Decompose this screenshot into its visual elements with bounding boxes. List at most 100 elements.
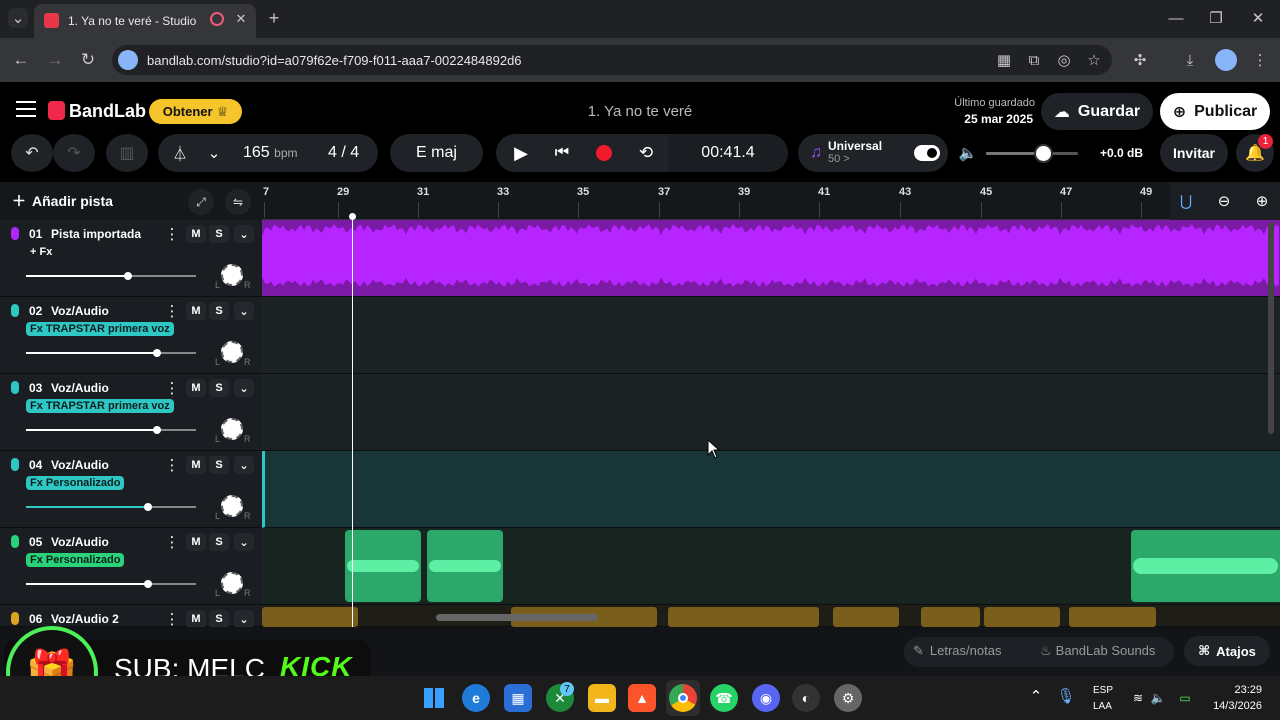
more-menu-icon[interactable]: ⋮ [1250,50,1270,70]
keyboard-layout[interactable]: LAA [1093,701,1112,712]
audio-clip[interactable] [984,607,1060,627]
close-tab-icon[interactable]: ✕ [232,10,250,28]
solo-button[interactable]: S [209,302,229,320]
track-volume-slider[interactable] [26,580,196,588]
guardar-button[interactable]: ☁ Guardar [1041,93,1153,130]
track-name[interactable]: Voz/Audio [51,381,109,395]
speaker-icon[interactable]: 🔈 [1150,690,1166,706]
brave-icon[interactable]: ▲ [628,684,656,712]
track-options-icon[interactable]: ⋮ [165,380,180,397]
track-name[interactable]: Voz/Audio [51,304,109,318]
obs-icon[interactable]: ◐ [792,684,820,712]
piano-icon[interactable]: ▥ [106,134,148,172]
audio-clip[interactable] [345,530,421,602]
download-icon[interactable]: ⤓ [1180,50,1200,70]
url-input[interactable]: bandlab.com/studio?id=a079f62e-f709-f011… [112,45,1112,75]
automation-icon[interactable]: ⤢ [188,189,214,215]
expand-track-icon[interactable]: ⌄ [234,610,254,628]
redo-icon[interactable]: ↷ [53,134,95,172]
close-window-icon[interactable]: ✕ [1246,8,1270,28]
bandlab-sounds-button[interactable]: ♨ BandLab Sounds [1040,643,1155,659]
master-volume-slider[interactable] [986,144,1078,163]
expand-track-icon[interactable]: ⌄ [234,533,254,551]
solo-button[interactable]: S [209,456,229,474]
discord-icon[interactable]: ◉ [752,684,780,712]
fx-chip[interactable]: Fx Personalizado [26,553,125,567]
invitar-button[interactable]: Invitar [1160,134,1228,172]
obtener-button[interactable]: Obtener ♕ [149,99,242,124]
add-track-button[interactable]: ＋ Añadir pista [12,189,124,213]
clock-time[interactable]: 23:29 [1222,684,1262,696]
volume-icon[interactable]: 🔈 [958,143,978,163]
hamburger-menu-icon[interactable] [16,101,36,117]
time-signature[interactable]: 4 / 4 [328,144,359,162]
battery-icon[interactable]: ▭ [1176,690,1194,706]
solo-button[interactable]: S [209,379,229,397]
audio-clip[interactable] [921,607,980,627]
zoom-in-icon[interactable]: ⊕ [1252,191,1272,211]
track-options-icon[interactable]: ⋮ [165,534,180,551]
mute-button[interactable]: M [186,225,206,243]
expand-track-icon[interactable]: ⌄ [234,456,254,474]
microphone-tray-icon[interactable]: 🎙 [1056,688,1075,705]
playhead[interactable] [352,216,353,627]
windows-start-icon[interactable] [420,684,448,712]
store-icon[interactable]: ▦ [504,684,532,712]
site-info-icon[interactable] [118,50,138,70]
expand-track-icon[interactable]: ⌄ [234,302,254,320]
mute-button[interactable]: M [186,610,206,628]
settings-gear-icon[interactable]: ⚙ [834,684,862,712]
extensions-icon[interactable]: ✣ [1130,50,1150,70]
lane-04[interactable] [262,451,1280,528]
track-name[interactable]: Pista importada [51,227,141,241]
audio-clip[interactable] [1069,607,1156,627]
tray-chevron-icon[interactable]: ⌃ [1028,688,1044,705]
forward-icon[interactable]: → [44,49,66,71]
track-options-icon[interactable]: ⋮ [165,457,180,474]
snap-magnet-icon[interactable]: ⋃ [1176,191,1196,211]
bpm-field[interactable]: 165 bpm [243,144,298,162]
metronome-dropdown-icon[interactable]: ⌄ [204,143,224,163]
mute-button[interactable]: M [186,533,206,551]
chrome-icon[interactable] [669,684,697,712]
track-volume-slider[interactable] [26,426,196,434]
track-header[interactable]: 03 Voz/Audio ⋮ M S ⌄ Fx TRAPSTAR primera voz L R [0,374,262,451]
solo-button[interactable]: S [209,533,229,551]
track-name[interactable]: Voz/Audio [51,458,109,472]
edge-icon[interactable]: e [462,684,490,712]
playhead-handle[interactable] [349,213,356,220]
mute-button[interactable]: M [186,379,206,397]
publicar-button[interactable]: ⊕ Publicar [1160,93,1270,130]
horizontal-scrollbar[interactable] [436,614,598,621]
fx-chip[interactable]: Fx TRAPSTAR primera voz [26,322,174,336]
project-title[interactable]: 1. Ya no te veré [560,103,720,120]
audio-clip[interactable] [668,607,819,627]
mute-button[interactable]: M [186,456,206,474]
bookmark-star-icon[interactable]: ☆ [1084,50,1104,70]
play-icon[interactable]: ▶ [510,142,532,164]
lane-02[interactable] [262,297,1280,374]
fx-chip[interactable]: Fx TRAPSTAR primera voz [26,399,174,413]
track-header[interactable]: 05 Voz/Audio ⋮ M S ⌄ Fx Personalizado L R [0,528,262,605]
expand-track-icon[interactable]: ⌄ [234,225,254,243]
lane-01[interactable] [262,220,1280,297]
audio-clip[interactable] [833,607,899,627]
solo-button[interactable]: S [209,225,229,243]
track-options-icon[interactable]: ⋮ [165,611,180,628]
track-header[interactable]: 06 Voz/Audio 2 ⋮ M S ⌄ [0,605,262,628]
tab-list-icon[interactable]: ⌄ [8,8,28,28]
solo-button[interactable]: S [209,610,229,628]
pan-knob[interactable] [221,341,243,363]
track-header[interactable]: 04 Voz/Audio ⋮ M S ⌄ Fx Personalizado L R [0,451,262,528]
pan-knob[interactable] [221,495,243,517]
pan-knob[interactable] [221,264,243,286]
audio-clip[interactable] [1131,530,1280,602]
universal-sub[interactable]: 50 > [828,153,882,166]
loop-icon[interactable]: ⟲ [635,142,657,164]
universal-label[interactable]: Universal [828,140,882,153]
whatsapp-icon[interactable]: ☎ [710,684,738,712]
new-tab-icon[interactable]: + [264,8,284,28]
mixer-icon[interactable]: ⇋ [225,189,251,215]
skip-back-icon[interactable]: ⏮ [551,142,573,164]
track-volume-slider[interactable] [26,272,196,280]
